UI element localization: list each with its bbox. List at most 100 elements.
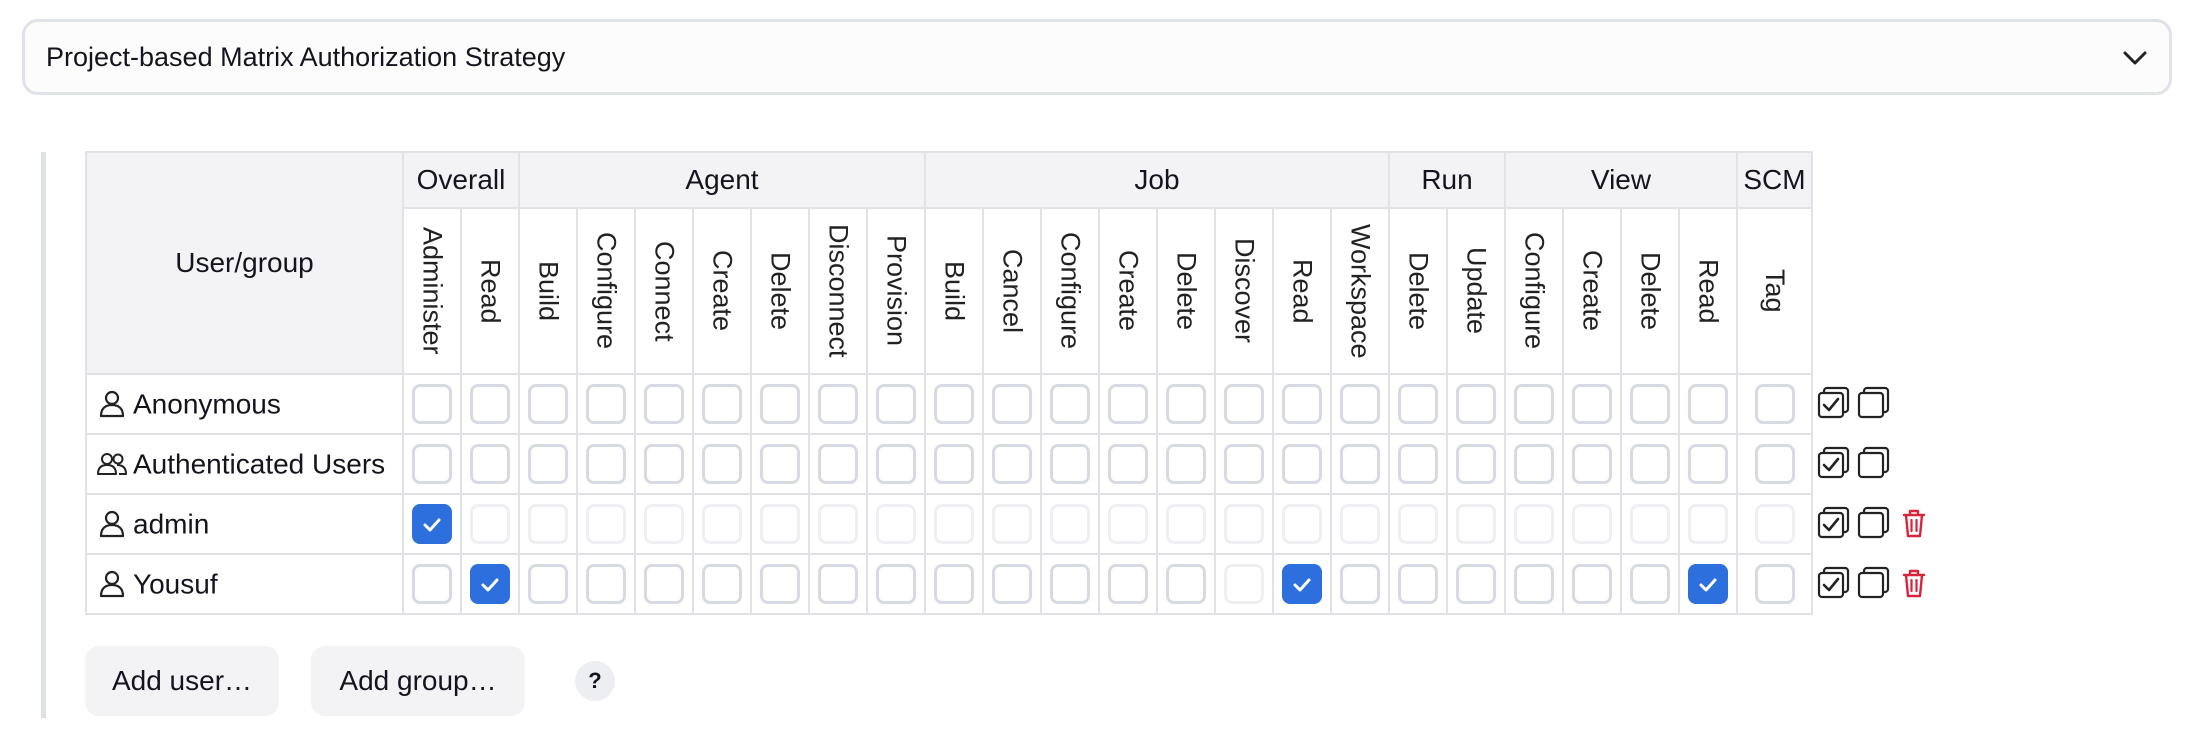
permission-checkbox[interactable] xyxy=(1224,444,1264,484)
add-group-button[interactable]: Add group… xyxy=(311,646,525,716)
permission-cell xyxy=(1678,373,1738,435)
unselect-all-icon[interactable] xyxy=(1856,505,1892,541)
permission-cell xyxy=(750,493,810,555)
permission-checkbox[interactable] xyxy=(1398,564,1438,604)
permission-checkbox-checked[interactable] xyxy=(470,564,510,604)
permission-cell xyxy=(1330,433,1390,495)
permission-label: Disconnect xyxy=(823,224,854,358)
permission-checkbox[interactable] xyxy=(1572,444,1612,484)
permission-checkbox[interactable] xyxy=(760,384,800,424)
permission-checkbox[interactable] xyxy=(876,444,916,484)
permission-checkbox[interactable] xyxy=(1754,384,1795,424)
permission-checkbox[interactable] xyxy=(934,564,974,604)
permission-checkbox[interactable] xyxy=(412,564,452,604)
trash-icon[interactable] xyxy=(1896,565,1932,601)
permission-checkbox-checked[interactable] xyxy=(412,504,452,544)
permission-checkbox[interactable] xyxy=(1398,384,1438,424)
permission-checkbox[interactable] xyxy=(1108,564,1148,604)
help-icon[interactable]: ? xyxy=(575,661,615,701)
permission-cell xyxy=(518,493,578,555)
permission-checkbox[interactable] xyxy=(1754,564,1795,604)
permission-cell xyxy=(1678,433,1738,495)
permission-checkbox[interactable] xyxy=(644,444,684,484)
permission-checkbox[interactable] xyxy=(1108,384,1148,424)
select-all-icon[interactable] xyxy=(1816,385,1852,421)
permission-checkbox[interactable] xyxy=(586,564,626,604)
permission-checkbox-checked[interactable] xyxy=(1688,564,1728,604)
permission-checkbox[interactable] xyxy=(818,564,858,604)
unselect-all-icon[interactable] xyxy=(1856,565,1892,601)
permission-cell xyxy=(518,373,578,435)
permission-checkbox[interactable] xyxy=(528,444,568,484)
permission-label: Discover xyxy=(1229,238,1260,344)
select-all-icon[interactable] xyxy=(1816,505,1852,541)
permission-checkbox[interactable] xyxy=(1572,564,1612,604)
permission-checkbox[interactable] xyxy=(1340,384,1380,424)
permission-checkbox[interactable] xyxy=(992,564,1032,604)
permission-checkbox[interactable] xyxy=(818,384,858,424)
permission-checkbox[interactable] xyxy=(1340,444,1380,484)
select-all-icon[interactable] xyxy=(1816,445,1852,481)
permission-checkbox[interactable] xyxy=(1108,444,1148,484)
permission-checkbox[interactable] xyxy=(1456,444,1496,484)
permission-checkbox[interactable] xyxy=(760,564,800,604)
permission-checkbox[interactable] xyxy=(934,444,974,484)
permission-checkbox[interactable] xyxy=(1630,564,1670,604)
permission-checkbox xyxy=(470,504,510,544)
permission-checkbox[interactable] xyxy=(1050,384,1090,424)
permission-checkbox[interactable] xyxy=(470,444,510,484)
permission-checkbox xyxy=(1282,504,1322,544)
permission-checkbox xyxy=(1754,504,1795,544)
permission-checkbox[interactable] xyxy=(992,384,1032,424)
permission-checkbox[interactable] xyxy=(992,444,1032,484)
permission-checkbox[interactable] xyxy=(1050,444,1090,484)
permission-checkbox[interactable] xyxy=(1514,564,1554,604)
permission-checkbox[interactable] xyxy=(1398,444,1438,484)
permission-checkbox-checked[interactable] xyxy=(1282,564,1322,604)
permission-checkbox[interactable] xyxy=(760,444,800,484)
permission-checkbox[interactable] xyxy=(818,444,858,484)
authorization-strategy-select[interactable]: Project-based Matrix Authorization Strat… xyxy=(22,19,2172,95)
permission-checkbox[interactable] xyxy=(528,384,568,424)
permission-checkbox[interactable] xyxy=(1166,384,1206,424)
permission-checkbox[interactable] xyxy=(1630,444,1670,484)
permission-checkbox[interactable] xyxy=(702,444,742,484)
permission-checkbox[interactable] xyxy=(934,384,974,424)
permission-checkbox[interactable] xyxy=(1166,564,1206,604)
permission-checkbox[interactable] xyxy=(528,564,568,604)
permission-checkbox[interactable] xyxy=(1514,444,1554,484)
permission-checkbox[interactable] xyxy=(876,564,916,604)
trash-icon[interactable] xyxy=(1896,505,1932,541)
permission-checkbox[interactable] xyxy=(412,444,452,484)
permission-header: Create xyxy=(1098,207,1158,375)
permission-checkbox[interactable] xyxy=(1456,564,1496,604)
permission-checkbox[interactable] xyxy=(1166,444,1206,484)
permission-checkbox[interactable] xyxy=(1688,384,1728,424)
permission-checkbox[interactable] xyxy=(1572,384,1612,424)
permission-checkbox[interactable] xyxy=(1224,384,1264,424)
permission-checkbox[interactable] xyxy=(1282,444,1322,484)
unselect-all-icon[interactable] xyxy=(1856,445,1892,481)
permission-checkbox[interactable] xyxy=(586,384,626,424)
permission-checkbox[interactable] xyxy=(1754,444,1795,484)
permission-cell xyxy=(1504,433,1564,495)
permission-checkbox[interactable] xyxy=(470,384,510,424)
select-all-icon[interactable] xyxy=(1816,565,1852,601)
permission-checkbox[interactable] xyxy=(644,564,684,604)
permission-checkbox[interactable] xyxy=(1050,564,1090,604)
permission-checkbox[interactable] xyxy=(1514,384,1554,424)
permission-checkbox[interactable] xyxy=(644,384,684,424)
permission-checkbox[interactable] xyxy=(1282,384,1322,424)
permission-checkbox[interactable] xyxy=(702,564,742,604)
permission-checkbox[interactable] xyxy=(1630,384,1670,424)
permission-checkbox[interactable] xyxy=(702,384,742,424)
permission-checkbox[interactable] xyxy=(1456,384,1496,424)
permission-checkbox[interactable] xyxy=(876,384,916,424)
permission-checkbox[interactable] xyxy=(412,384,452,424)
permission-checkbox[interactable] xyxy=(586,444,626,484)
permission-cell xyxy=(808,493,868,555)
permission-checkbox[interactable] xyxy=(1340,564,1380,604)
permission-checkbox[interactable] xyxy=(1688,444,1728,484)
unselect-all-icon[interactable] xyxy=(1856,385,1892,421)
add-user-button[interactable]: Add user… xyxy=(85,646,279,716)
